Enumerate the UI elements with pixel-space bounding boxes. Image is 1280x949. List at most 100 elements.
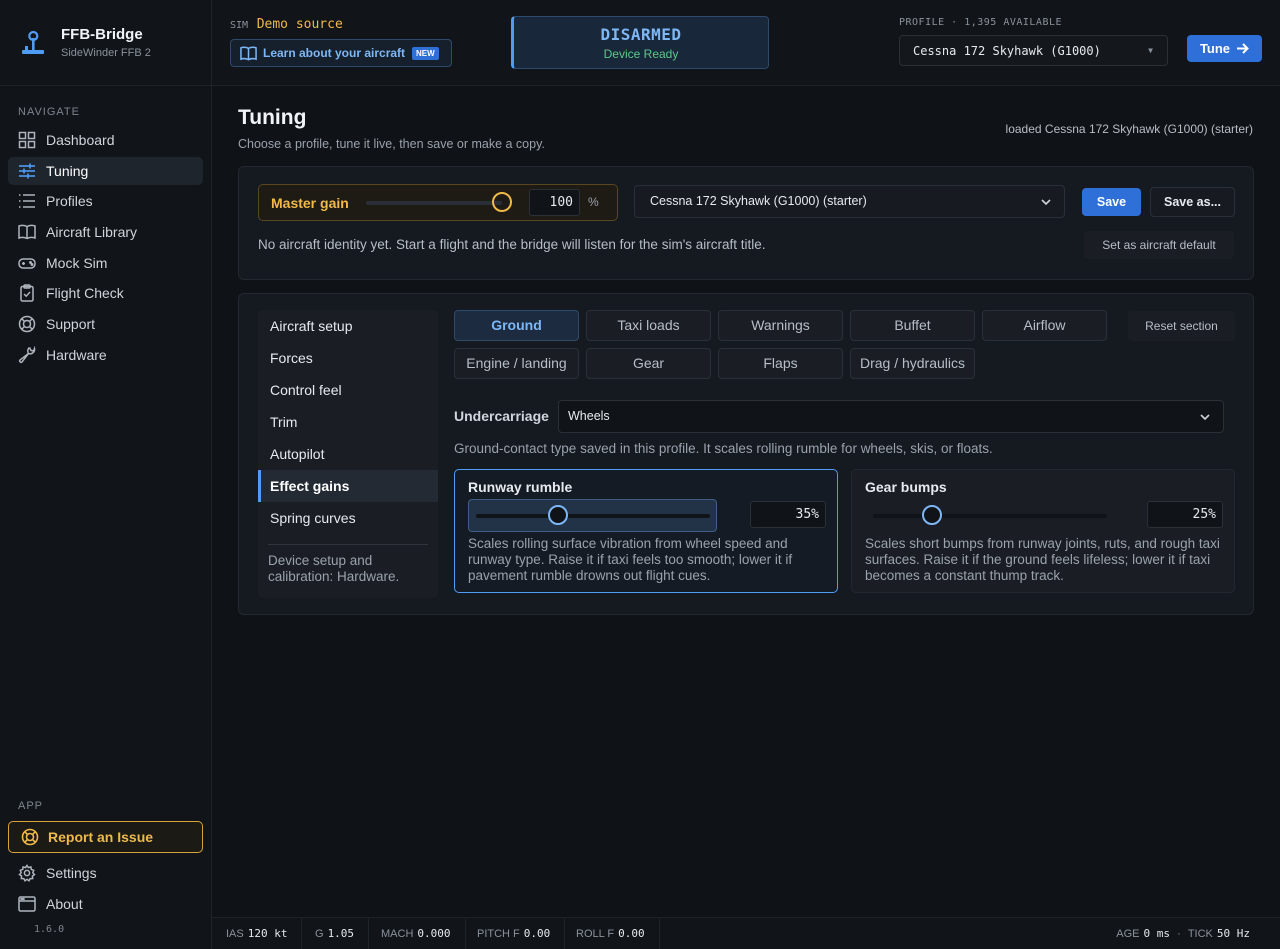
joystick-icon [22, 30, 44, 54]
book-icon [240, 45, 257, 60]
report-issue-button[interactable]: Report an Issue [8, 821, 203, 853]
learn-aircraft-label: Learn about your aircraft [263, 46, 406, 60]
status-value: 1.05 [327, 927, 355, 940]
profile-count-label: PROFILE · 1,395 AVAILABLE [899, 17, 1063, 28]
master-gain-input[interactable]: 100 [529, 189, 580, 216]
sidebar-item-label: Support [46, 316, 96, 333]
gear-bumps-input[interactable]: 25% [1147, 501, 1223, 528]
master-gain-slider-track[interactable] [366, 201, 502, 205]
app-nav-list: Settings About [8, 859, 203, 920]
save-button[interactable]: Save [1082, 188, 1141, 216]
sidebar-item-mock-sim[interactable]: Mock Sim [8, 249, 203, 277]
sidebar-item-hardware[interactable]: Hardware [8, 341, 203, 369]
wrench-icon [18, 345, 36, 363]
gear-bumps-slider[interactable] [865, 499, 1114, 532]
sidebar-item-about[interactable]: About [8, 890, 203, 918]
profile-dropdown[interactable]: Cessna 172 Skyhawk (G1000) (starter) [634, 185, 1065, 218]
page-title: Tuning [238, 106, 307, 129]
section-nav: Aircraft setup Forces Control feel Trim … [258, 310, 438, 598]
status-label: IAS [226, 928, 244, 940]
tab-buffet[interactable]: Buffet [850, 310, 975, 341]
tab-ground[interactable]: Ground [454, 310, 579, 341]
status-pitch-force: PITCH F 0.00 [463, 918, 566, 949]
sidebar-item-dashboard[interactable]: Dashboard [8, 126, 203, 154]
dashboard-icon [18, 131, 36, 149]
sim-source: Demo source [256, 17, 343, 32]
sidebar-item-settings[interactable]: Settings [8, 859, 203, 887]
sidebar-item-tuning[interactable]: Tuning [8, 156, 203, 185]
master-gain-control: Master gain 100 % [258, 184, 618, 221]
master-gain-slider-thumb[interactable] [492, 192, 512, 212]
section-item-autopilot[interactable]: Autopilot [258, 438, 438, 470]
caret-down-icon: ▼ [1148, 46, 1153, 55]
profile-select[interactable]: Cessna 172 Skyhawk (G1000) ▼ [899, 35, 1168, 66]
sidebar-item-support[interactable]: Support [8, 310, 203, 338]
window-icon [18, 895, 36, 912]
sidebar-item-profiles[interactable]: Profiles [8, 187, 203, 215]
loaded-profile-status: loaded Cessna 172 Skyhawk (G1000) (start… [1005, 122, 1253, 136]
slider-thumb[interactable] [547, 505, 568, 525]
tune-button[interactable]: Tune [1187, 35, 1262, 62]
status-g: G 1.05 [301, 918, 370, 949]
section-item-effect-gains[interactable]: Effect gains [258, 470, 438, 502]
effect-card-runway-rumble: Runway rumble 35% Scales rolling surface… [454, 469, 838, 593]
reset-section-button[interactable]: Reset section [1128, 311, 1235, 341]
sim-tag: SIM [230, 20, 249, 31]
status-roll-force: ROLL F 0.00 [562, 918, 660, 949]
lifebuoy-icon [18, 315, 36, 333]
clipboard-check-icon [20, 284, 34, 303]
status-value: 120 kt [247, 927, 288, 940]
section-item-forces[interactable]: Forces [258, 342, 438, 374]
section-item-spring-curves[interactable]: Spring curves [258, 502, 438, 534]
effect-description: Scales short bumps from runway joints, r… [865, 536, 1220, 583]
status-label: ROLL F [576, 928, 615, 940]
sidebar-item-label: Dashboard [46, 132, 115, 148]
undercarriage-select[interactable]: Wheels [558, 400, 1224, 433]
arm-status[interactable]: DISARMED Device Ready [511, 16, 769, 69]
chevron-down-icon [1041, 199, 1051, 206]
section-item-aircraft-setup[interactable]: Aircraft setup [258, 310, 438, 342]
nav-section-label: NAVIGATE [18, 106, 80, 118]
app-title: FFB-Bridge [61, 26, 143, 43]
status-label: TICK [1187, 928, 1213, 940]
status-label: AGE [1116, 928, 1140, 940]
section-item-trim[interactable]: Trim [258, 406, 438, 438]
status-value: 0.00 [523, 927, 551, 940]
tab-engine-landing[interactable]: Engine / landing [454, 348, 579, 379]
section-item-control-feel[interactable]: Control feel [258, 374, 438, 406]
book-icon [18, 224, 36, 240]
app-version: 1.6.0 [34, 924, 65, 935]
runway-rumble-slider[interactable] [468, 499, 717, 532]
sidebar-item-flight-check[interactable]: Flight Check [8, 279, 203, 307]
undercarriage-value: Wheels [568, 409, 610, 423]
learn-aircraft-button[interactable]: Learn about your aircraft NEW [230, 39, 452, 67]
tab-taxi-loads[interactable]: Taxi loads [586, 310, 711, 341]
sidebar-item-aircraft-library[interactable]: Aircraft Library [8, 218, 203, 246]
tab-gear[interactable]: Gear [586, 348, 711, 379]
slider-thumb[interactable] [921, 505, 942, 525]
status-label: MACH [381, 928, 414, 940]
status-value: 0 ms [1143, 927, 1171, 940]
divider [268, 544, 428, 545]
lifebuoy-icon [21, 828, 39, 846]
tab-flaps[interactable]: Flaps [718, 348, 843, 379]
status-value: 0.000 [417, 927, 451, 940]
slider-track[interactable] [476, 514, 710, 518]
slider-track[interactable] [873, 514, 1107, 518]
list-icon [19, 194, 35, 209]
device-name: SideWinder FFB 2 [61, 47, 151, 59]
gamepad-icon [18, 258, 36, 269]
sidebar: FFB-Bridge SideWinder FFB 2 NAVIGATE Das… [0, 0, 212, 949]
runway-rumble-input[interactable]: 35% [750, 501, 826, 528]
status-ias: IAS 120 kt [212, 918, 303, 949]
brand: FFB-Bridge SideWinder FFB 2 [0, 0, 211, 86]
hardware-note: Device setup and calibration: Hardware. [268, 553, 400, 584]
master-gain-label: Master gain [271, 195, 349, 211]
arm-state: DISARMED [600, 25, 682, 44]
set-aircraft-default-button[interactable]: Set as aircraft default [1084, 231, 1234, 259]
sidebar-item-label: About [46, 895, 83, 912]
tab-drag-hydraulics[interactable]: Drag / hydraulics [850, 348, 975, 379]
save-as-button[interactable]: Save as... [1150, 187, 1235, 217]
tab-airflow[interactable]: Airflow [982, 310, 1107, 341]
tab-warnings[interactable]: Warnings [718, 310, 843, 341]
